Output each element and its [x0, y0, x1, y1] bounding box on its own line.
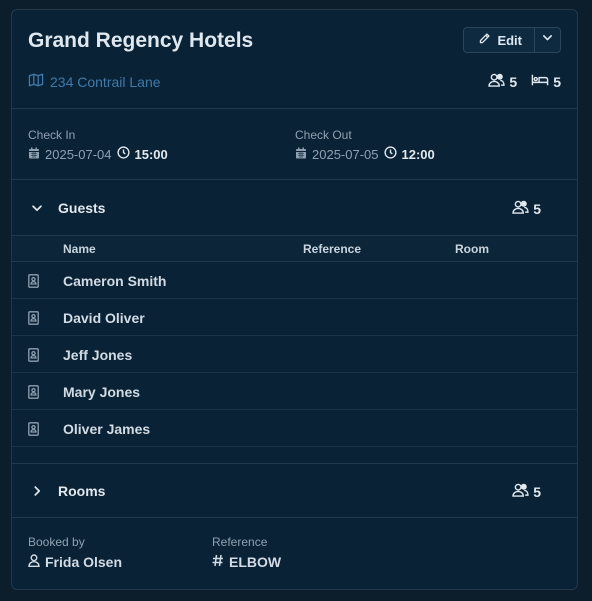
rooms-count: 5: [512, 483, 541, 500]
hash-icon: [212, 554, 224, 570]
column-header-room[interactable]: Room: [455, 242, 489, 256]
guest-name: Cameron Smith: [63, 273, 167, 289]
rooms-count-value: 5: [533, 483, 541, 500]
rooms-section-toggle[interactable]: Rooms 5: [12, 463, 577, 518]
booking-card: Grand Regency Hotels Edit 234 Contrail L…: [11, 9, 578, 590]
users-icon: [512, 200, 529, 217]
table-row[interactable]: David Oliver: [12, 299, 577, 336]
id-badge-icon: [28, 274, 39, 293]
check-in-label: Check In: [28, 128, 76, 142]
stay-dates: Check In 2025-07-04 15:00 Check Out 2025…: [12, 110, 577, 180]
reference-label: Reference: [212, 535, 268, 549]
chevron-down-icon: [30, 201, 44, 220]
reference-value: ELBOW: [212, 554, 281, 570]
booked-by-name: Frida Olsen: [45, 554, 123, 570]
bed-count: 5: [531, 73, 561, 90]
clock-icon: [383, 146, 397, 162]
check-out-label: Check Out: [295, 128, 352, 142]
table-row[interactable]: Cameron Smith: [12, 262, 577, 299]
id-badge-icon: [28, 422, 39, 441]
guest-name: Oliver James: [63, 421, 151, 437]
calendar-icon: [28, 147, 40, 162]
rooms-title: Rooms: [58, 483, 106, 499]
clock-icon: [116, 146, 130, 162]
column-header-reference[interactable]: Reference: [303, 242, 361, 256]
map-icon: [28, 73, 44, 90]
address-link[interactable]: 234 Contrail Lane: [28, 73, 161, 90]
check-in-time: 15:00: [134, 146, 168, 162]
id-badge-icon: [28, 311, 39, 330]
booked-by-value: Frida Olsen: [28, 554, 122, 570]
table-row[interactable]: Oliver James: [12, 410, 577, 447]
users-icon: [512, 483, 529, 500]
guest-name: David Oliver: [63, 310, 145, 326]
reference-code: ELBOW: [229, 554, 282, 570]
guest-count: 5: [488, 73, 517, 90]
pencil-icon: [478, 32, 491, 48]
booked-by: Booked by Frida Olsen: [28, 535, 122, 570]
id-badge-icon: [28, 348, 39, 367]
edit-dropdown-button[interactable]: [535, 28, 560, 52]
reference: Reference ELBOW: [212, 535, 281, 570]
guest-name: Mary Jones: [63, 384, 141, 400]
user-icon: [28, 554, 40, 570]
bed-count-value: 5: [553, 73, 561, 90]
check-in: Check In 2025-07-04 15:00: [28, 128, 168, 162]
guests-title: Guests: [58, 200, 106, 216]
booking-header: Grand Regency Hotels Edit 234 Contrail L…: [12, 10, 577, 109]
guests-count-value: 5: [533, 200, 541, 217]
guests-table-header: Name Reference Room: [12, 235, 577, 262]
hotel-title: Grand Regency Hotels: [28, 29, 254, 52]
check-out: Check Out 2025-07-05 12:00: [295, 128, 435, 162]
edit-button[interactable]: Edit: [464, 28, 535, 52]
column-header-name[interactable]: Name: [63, 242, 96, 256]
booked-by-label: Booked by: [28, 535, 85, 549]
id-badge-icon: [28, 385, 39, 404]
check-out-value: 2025-07-05 12:00: [295, 146, 435, 162]
calendar-icon: [295, 147, 307, 162]
check-out-time: 12:00: [401, 146, 435, 162]
edit-button-label: Edit: [497, 32, 522, 48]
users-icon: [488, 73, 506, 90]
bed-icon: [531, 73, 549, 90]
check-in-date: 2025-07-04: [45, 146, 112, 162]
guest-count-value: 5: [509, 73, 518, 90]
guests-table: Name Reference Room Cameron Smith David …: [12, 235, 577, 447]
table-row[interactable]: Mary Jones: [12, 373, 577, 410]
guest-name: Jeff Jones: [63, 347, 133, 363]
guests-count: 5: [512, 200, 541, 217]
table-row[interactable]: Jeff Jones: [12, 336, 577, 373]
guests-section-toggle[interactable]: Guests 5: [12, 181, 577, 235]
chevron-down-icon: [541, 31, 554, 49]
address-text: 234 Contrail Lane: [50, 73, 161, 90]
chevron-right-icon: [30, 484, 44, 503]
header-counts: 5 5: [488, 73, 561, 90]
check-out-date: 2025-07-05: [312, 146, 379, 162]
check-in-value: 2025-07-04 15:00: [28, 146, 168, 162]
edit-button-group: Edit: [463, 27, 561, 53]
